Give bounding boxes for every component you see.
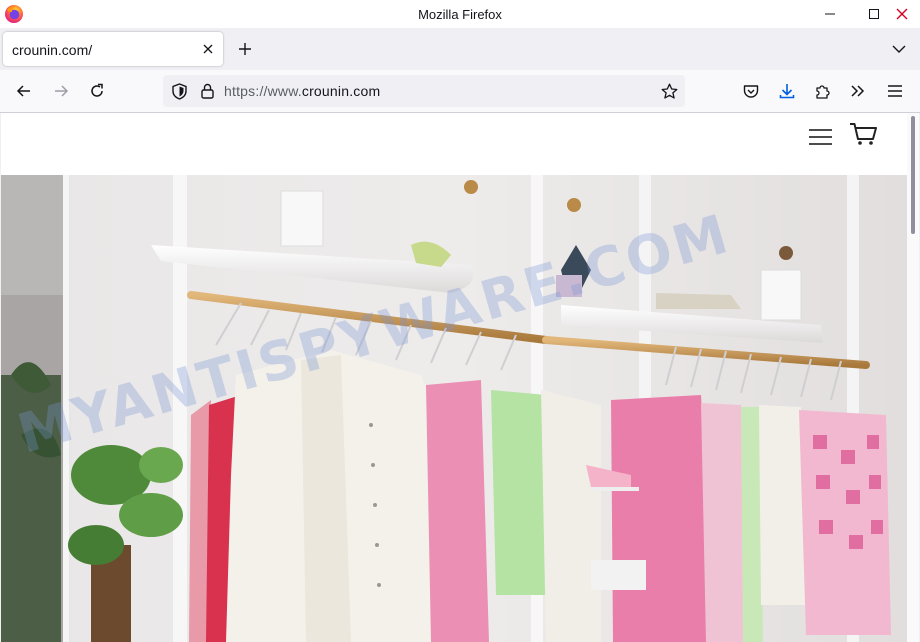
arrow-right-icon bbox=[55, 85, 69, 97]
lock-icon bbox=[200, 83, 214, 99]
navigation-toolbar: https://www.crounin.com bbox=[0, 70, 920, 113]
site-menu-button[interactable] bbox=[807, 125, 835, 149]
url-bar[interactable]: https://www.crounin.com bbox=[163, 75, 685, 107]
minimize-button[interactable] bbox=[812, 0, 848, 28]
hero-image bbox=[1, 175, 907, 642]
site-cart-button[interactable] bbox=[849, 121, 879, 147]
reload-button[interactable] bbox=[85, 79, 109, 103]
new-tab-button[interactable] bbox=[234, 38, 256, 60]
window-title: Mozilla Firefox bbox=[418, 7, 502, 22]
window-titlebar: Mozilla Firefox bbox=[0, 0, 920, 29]
back-button[interactable] bbox=[12, 79, 36, 103]
pocket-icon bbox=[743, 84, 759, 98]
arrow-left-icon bbox=[16, 85, 30, 97]
list-all-tabs-button[interactable] bbox=[890, 40, 908, 58]
maximize-icon bbox=[869, 9, 879, 19]
forward-button[interactable] bbox=[49, 79, 73, 103]
puzzle-icon bbox=[816, 85, 830, 99]
star-icon bbox=[661, 83, 677, 99]
close-window-button[interactable] bbox=[884, 0, 920, 28]
hamburger-icon bbox=[888, 85, 902, 97]
bookmark-star-button[interactable] bbox=[659, 81, 679, 101]
site-header bbox=[1, 113, 919, 175]
minimize-icon bbox=[825, 13, 835, 15]
url-prefix: https://www. bbox=[224, 83, 302, 99]
shield-icon bbox=[171, 82, 187, 100]
close-icon bbox=[203, 44, 213, 54]
cart-icon bbox=[850, 123, 877, 145]
overflow-menu-button[interactable] bbox=[846, 79, 870, 103]
page-scrollbar[interactable] bbox=[907, 113, 919, 642]
tab-close-button[interactable] bbox=[199, 40, 217, 58]
download-icon bbox=[779, 84, 795, 99]
hamburger-icon bbox=[809, 129, 832, 145]
tab-title: crounin.com/ bbox=[12, 42, 93, 58]
url-domain: crounin.com bbox=[301, 83, 381, 99]
app-menu-button[interactable] bbox=[883, 79, 907, 103]
plus-icon bbox=[239, 43, 251, 55]
downloads-button[interactable] bbox=[775, 79, 799, 103]
tab-crounin[interactable]: crounin.com/ bbox=[3, 32, 223, 66]
site-info-button[interactable] bbox=[197, 81, 217, 101]
page-viewport: MYANTISPYWARE.COM bbox=[1, 113, 919, 642]
double-chevron-icon bbox=[851, 85, 865, 97]
tracking-protection-button[interactable] bbox=[169, 81, 189, 101]
extensions-button[interactable] bbox=[811, 79, 835, 103]
chevron-down-icon bbox=[892, 45, 906, 53]
url-text[interactable]: https://www.crounin.com bbox=[224, 83, 380, 99]
pocket-button[interactable] bbox=[739, 79, 763, 103]
scrollbar-thumb[interactable] bbox=[911, 116, 915, 234]
tab-strip: crounin.com/ bbox=[0, 28, 920, 70]
close-icon bbox=[896, 8, 908, 20]
reload-icon bbox=[91, 83, 103, 97]
